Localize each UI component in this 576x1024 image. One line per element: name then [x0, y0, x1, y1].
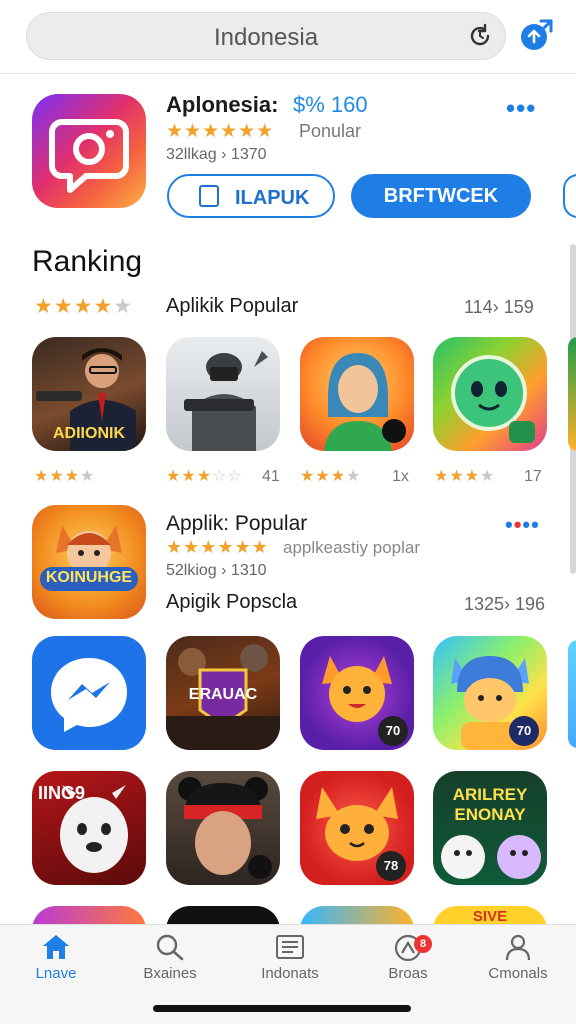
- top-bar: Indonesia: [0, 0, 576, 74]
- tile-rating: ★★★★: [300, 468, 362, 485]
- nav-label: Indonats: [261, 965, 319, 982]
- tile-title: ADIIONIK: [53, 425, 125, 442]
- app-tile[interactable]: IING9: [32, 771, 146, 885]
- nav-label: Cmonals: [488, 965, 548, 982]
- avatar-icon: [324, 353, 406, 451]
- app-tile[interactable]: 78: [300, 771, 414, 885]
- app-tile[interactable]: [300, 337, 414, 451]
- featured-rating-stars: ★★★★★★: [166, 121, 275, 142]
- nav-label: Lnave: [35, 965, 77, 982]
- featured-app-icon[interactable]: [32, 94, 146, 208]
- list-icon: [276, 935, 304, 959]
- badge: 70: [509, 716, 539, 746]
- ranking-title: Ranking: [32, 245, 143, 278]
- more-options-icon[interactable]: ••••: [505, 512, 540, 538]
- featured-app-meta: 52lkiog › 1310: [166, 562, 267, 579]
- nav-tab-list[interactable]: Indonats: [240, 933, 340, 999]
- ranking-count: 114› 159: [464, 297, 534, 317]
- tile-title: KOINUHGE: [45, 569, 133, 586]
- more-options-icon[interactable]: •••: [506, 93, 536, 124]
- app-tile[interactable]: ADIIONIK: [32, 337, 146, 451]
- section-count: 1325› 196: [464, 594, 546, 614]
- ranking-label[interactable]: Aplikik Popular: [166, 295, 298, 318]
- fox-mascot-icon: [40, 525, 138, 591]
- get-button[interactable]: ILAPUK: [167, 174, 335, 218]
- nav-tab-apps[interactable]: 8 Broas: [358, 933, 458, 999]
- ranking-stars: ★★★★★: [34, 295, 134, 318]
- app-tile[interactable]: 70: [300, 636, 414, 750]
- messenger-icon: [51, 658, 127, 732]
- nav-label: Bxaines: [143, 965, 197, 982]
- camera-icon: [49, 119, 129, 193]
- nav-tab-search[interactable]: Bxaines: [120, 933, 220, 999]
- home-indicator[interactable]: [153, 1005, 411, 1012]
- nav-tab-profile[interactable]: Cmonals: [468, 933, 568, 999]
- home-icon: [43, 935, 69, 959]
- tile-rating: ★★★★: [34, 468, 96, 485]
- featured-app-tag: applkeastiy poplar: [283, 538, 421, 557]
- tile-title: ERAUAC: [188, 686, 258, 703]
- get-button-label: ILAPUK: [235, 187, 310, 209]
- featured-app-title[interactable]: Aplonesia:: [166, 92, 278, 118]
- bag-icon: [199, 185, 219, 207]
- app-tile-peek[interactable]: [568, 337, 576, 451]
- featured-app-meta: 32llkag › 1370: [166, 146, 267, 163]
- app-tile[interactable]: 70: [433, 636, 547, 750]
- alien-icon: [451, 355, 535, 443]
- share-icon[interactable]: [519, 18, 553, 52]
- app-tile[interactable]: [166, 337, 280, 451]
- refresh-icon[interactable]: [467, 23, 493, 49]
- tile-rating-count: 1x: [392, 468, 409, 485]
- tile-rating: ★★★☆☆: [166, 468, 243, 485]
- featured-app-title[interactable]: Applik: Popular: [166, 512, 307, 536]
- tile-title: SIVE: [472, 908, 508, 925]
- app-tile[interactable]: [166, 771, 280, 885]
- nav-tab-home[interactable]: Lnave: [6, 933, 106, 999]
- tile-rating-count: 17: [524, 468, 542, 485]
- featured-rating-stars: ★★★★★★: [166, 537, 269, 557]
- app-tile-peek[interactable]: [568, 640, 576, 748]
- search-bar[interactable]: Indonesia: [26, 12, 506, 60]
- notification-badge: 8: [414, 935, 432, 953]
- search-icon: [156, 934, 184, 961]
- badge: 78: [376, 851, 406, 881]
- section-label[interactable]: Apigik Popscla: [166, 591, 297, 614]
- app-tile[interactable]: ERAUAC: [166, 636, 280, 750]
- featured-app-tag: Ponular: [299, 121, 362, 141]
- app-tile[interactable]: [433, 337, 547, 451]
- search-input[interactable]: Indonesia: [27, 24, 505, 52]
- primary-action-button[interactable]: BRFTWCEK: [351, 174, 531, 218]
- tile-rating: ★★★★: [434, 468, 496, 485]
- featured-app-icon[interactable]: KOINUHGE: [32, 505, 146, 619]
- next-button-peek[interactable]: [563, 174, 576, 218]
- character-icon: [178, 777, 272, 879]
- badge: 70: [378, 716, 408, 746]
- tile-title: ARILREY ENONAY: [452, 785, 528, 824]
- tile-rating-count: 41: [262, 468, 280, 485]
- nav-label: Broas: [388, 965, 428, 982]
- app-tile[interactable]: [32, 636, 146, 750]
- soldier-icon: [184, 351, 268, 451]
- profile-icon: [505, 934, 531, 961]
- tile-title: IING9: [38, 783, 86, 803]
- app-tile[interactable]: ARILREY ENONAY: [433, 771, 547, 885]
- featured-app-price: $% 160: [293, 92, 368, 117]
